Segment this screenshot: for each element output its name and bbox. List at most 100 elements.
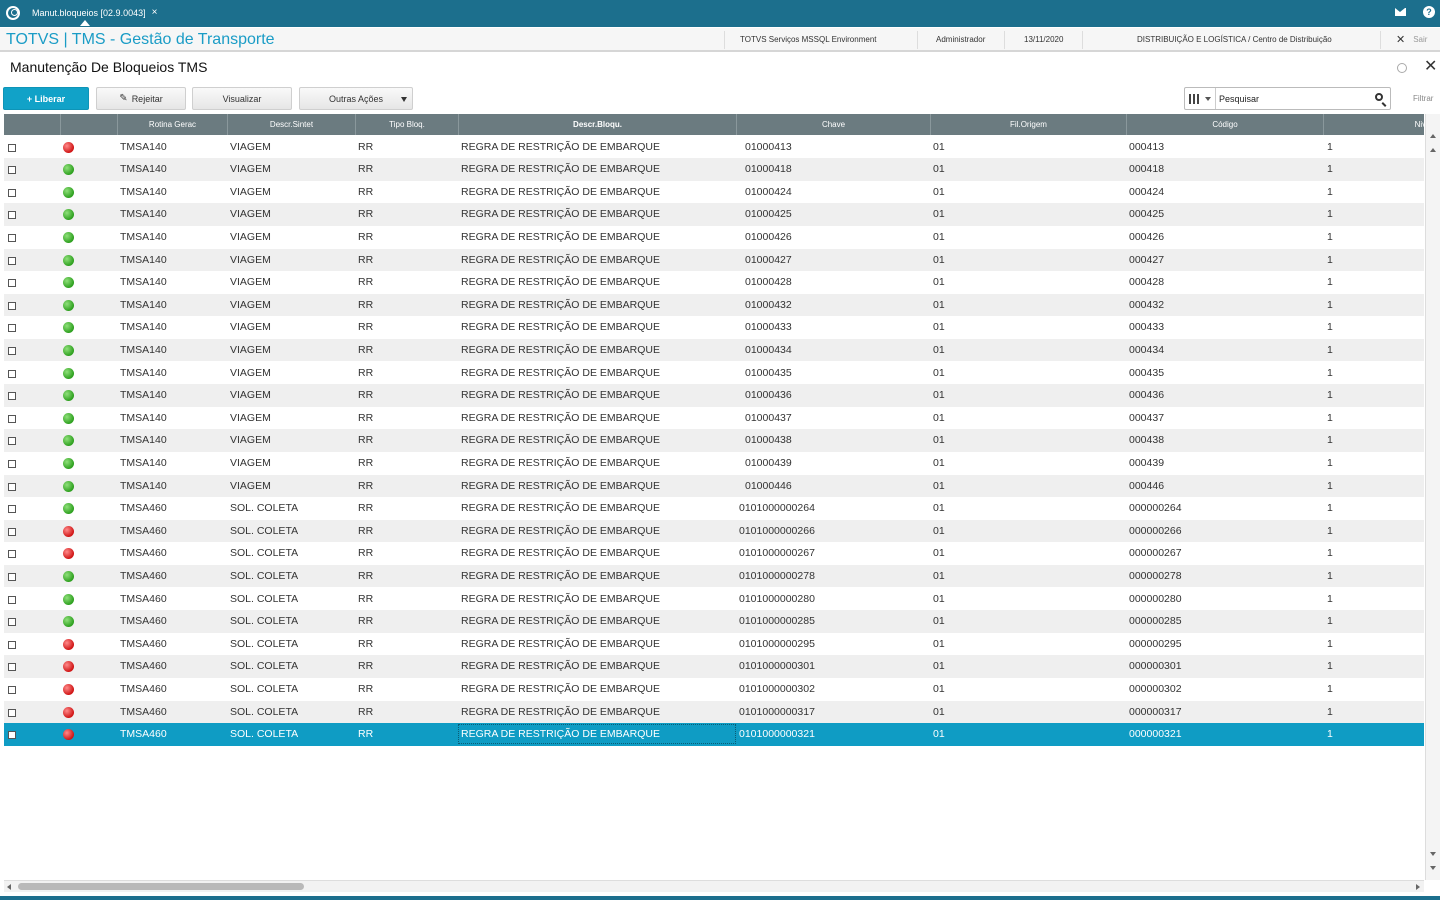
table-row[interactable]: TMSA460 SOL. COLETA RR REGRA DE RESTRIÇÃO D… xyxy=(4,723,1424,746)
row-checkbox[interactable] xyxy=(8,708,16,717)
row-checkbox[interactable] xyxy=(8,256,16,265)
cell-nivel: 1 xyxy=(1327,411,1333,424)
table-row[interactable]: TMSA460 SOL. COLETA RR REGRA DE RESTRIÇÃO D… xyxy=(4,633,1424,656)
table-row[interactable]: TMSA140 VIAGEM RR REGRA DE RESTRIÇÃO DE EMB… xyxy=(4,338,1424,362)
table-row[interactable]: TMSA460 SOL. COLETA RR REGRA DE RESTRIÇÃO D… xyxy=(4,497,1424,520)
column-header-descr-sintet[interactable]: Descr.Sintet xyxy=(228,114,356,135)
row-checkbox[interactable] xyxy=(8,685,16,694)
row-checkbox[interactable] xyxy=(8,188,16,197)
tab-manut-bloqueios[interactable]: Manut.bloqueios [02.9.0043] × xyxy=(26,3,163,27)
table-row[interactable]: TMSA140 VIAGEM RR REGRA DE RESTRIÇÃO DE EMB… xyxy=(4,362,1424,385)
row-checkbox[interactable] xyxy=(8,143,16,152)
row-checkbox[interactable] xyxy=(8,211,16,220)
scroll-left-icon[interactable] xyxy=(7,884,11,890)
column-header-fil-origem[interactable]: Fil.Origem xyxy=(931,114,1127,135)
table-row[interactable]: TMSA140 VIAGEM RR REGRA DE RESTRIÇÃO DE EMB… xyxy=(4,293,1424,317)
table-row[interactable]: TMSA140 VIAGEM RR REGRA DE RESTRIÇÃO DE EMB… xyxy=(4,429,1424,452)
table-row[interactable]: TMSA140 VIAGEM RR REGRA DE RESTRIÇÃO DE EMB… xyxy=(4,158,1424,181)
row-checkbox[interactable] xyxy=(8,346,16,355)
table-row[interactable]: TMSA460 SOL. COLETA RR REGRA DE RESTRIÇÃO D… xyxy=(4,610,1424,633)
row-checkbox[interactable] xyxy=(8,166,16,175)
cell-nivel: 1 xyxy=(1327,728,1333,741)
table-row[interactable]: TMSA140 VIAGEM RR REGRA DE RESTRIÇÃO DE EMB… xyxy=(4,316,1424,339)
cell-descr-sintet: VIAGEM xyxy=(230,343,271,356)
totvs-logo-icon[interactable] xyxy=(6,6,20,20)
outras-acoes-button[interactable]: Outras Ações xyxy=(299,87,413,110)
column-header-select[interactable] xyxy=(4,114,61,135)
search-icon[interactable] xyxy=(1375,93,1383,101)
column-header-rotina[interactable]: Rotina Gerac xyxy=(118,114,228,135)
pencil-icon: ✎ xyxy=(119,93,128,104)
column-header-descr-bloqu[interactable]: Descr.Bloqu. xyxy=(459,114,737,135)
row-checkbox[interactable] xyxy=(8,482,16,491)
row-checkbox[interactable] xyxy=(8,663,16,672)
row-checkbox[interactable] xyxy=(8,527,16,536)
scroll-bottom-icon[interactable] xyxy=(1430,866,1436,870)
table-row[interactable]: TMSA140 VIAGEM RR REGRA DE RESTRIÇÃO DE EMB… xyxy=(4,203,1424,226)
cell-tipo-bloq: RR xyxy=(358,479,374,492)
visualizar-button[interactable]: Visualizar xyxy=(192,87,292,110)
scroll-up-icon[interactable] xyxy=(1430,148,1436,152)
help-icon[interactable]: ? xyxy=(1423,6,1435,18)
table-row[interactable]: TMSA460 SOL. COLETA RR REGRA DE RESTRIÇÃO D… xyxy=(4,678,1424,701)
table-row[interactable]: TMSA460 SOL. COLETA RR REGRA DE RESTRIÇÃO D… xyxy=(4,655,1424,678)
table-row[interactable]: TMSA140 VIAGEM RR REGRA DE RESTRIÇÃO DE EMB… xyxy=(4,474,1424,498)
table-row[interactable]: TMSA140 VIAGEM RR REGRA DE RESTRIÇÃO DE EMB… xyxy=(4,384,1424,407)
close-page-icon[interactable]: ✕ xyxy=(1424,58,1437,76)
row-checkbox[interactable] xyxy=(8,233,16,242)
row-checkbox[interactable] xyxy=(8,279,16,288)
table-row[interactable]: TMSA140 VIAGEM RR REGRA DE RESTRIÇÃO DE EMB… xyxy=(4,226,1424,249)
table-row[interactable]: TMSA140 VIAGEM RR REGRA DE RESTRIÇÃO DE EMB… xyxy=(4,452,1424,475)
tab-close-icon[interactable]: × xyxy=(152,7,158,23)
row-checkbox[interactable] xyxy=(8,414,16,423)
table-row[interactable]: TMSA460 SOL. COLETA RR REGRA DE RESTRIÇÃO D… xyxy=(4,542,1424,565)
cell-chave: 0101000000301 xyxy=(739,660,815,673)
table-row[interactable]: TMSA140 VIAGEM RR REGRA DE RESTRIÇÃO DE EMB… xyxy=(4,181,1424,204)
settings-icon[interactable] xyxy=(1397,63,1407,73)
liberar-button[interactable]: + Liberar xyxy=(3,87,89,110)
mail-icon[interactable] xyxy=(1395,8,1406,16)
table-row[interactable]: TMSA460 SOL. COLETA RR REGRA DE RESTRIÇÃO D… xyxy=(4,519,1424,543)
horizontal-scroll-thumb[interactable] xyxy=(18,883,304,890)
row-checkbox[interactable] xyxy=(8,301,16,310)
cell-codigo: 000434 xyxy=(1129,343,1165,356)
table-row[interactable]: TMSA460 SOL. COLETA RR REGRA DE RESTRIÇÃO D… xyxy=(4,700,1424,724)
cell-descr-sintet: SOL. COLETA xyxy=(230,728,299,741)
row-checkbox[interactable] xyxy=(8,437,16,446)
column-header-chave[interactable]: Chave xyxy=(737,114,931,135)
row-checkbox[interactable] xyxy=(8,572,16,581)
row-checkbox[interactable] xyxy=(8,369,16,378)
column-selector-button[interactable] xyxy=(1185,88,1216,109)
row-checkbox[interactable] xyxy=(8,459,16,468)
cell-nivel: 1 xyxy=(1327,185,1333,198)
table-row[interactable]: TMSA460 SOL. COLETA RR REGRA DE RESTRIÇÃO D… xyxy=(4,564,1424,588)
table-row[interactable]: TMSA140 VIAGEM RR REGRA DE RESTRIÇÃO DE EMB… xyxy=(4,248,1424,272)
row-checkbox[interactable] xyxy=(8,618,16,627)
table-row[interactable]: TMSA140 VIAGEM RR REGRA DE RESTRIÇÃO DE EMB… xyxy=(4,136,1424,159)
table-row[interactable]: TMSA140 VIAGEM RR REGRA DE RESTRIÇÃO DE EMB… xyxy=(4,271,1424,294)
exit-button[interactable]: ✕ Sair xyxy=(1396,33,1427,46)
column-header-codigo[interactable]: Código xyxy=(1127,114,1324,135)
cell-nivel: 1 xyxy=(1327,208,1333,221)
cell-descr-bloqu: REGRA DE RESTRIÇÃO DE EMBARQUE xyxy=(461,321,660,334)
row-checkbox[interactable] xyxy=(8,505,16,514)
row-checkbox[interactable] xyxy=(8,595,16,604)
row-checkbox[interactable] xyxy=(8,392,16,401)
column-header-status[interactable] xyxy=(61,114,118,135)
vertical-scrollbar[interactable] xyxy=(1425,114,1440,880)
column-header-nivel[interactable]: Nivel B xyxy=(1324,114,1424,135)
column-header-tipo-bloq[interactable]: Tipo Bloq. xyxy=(356,114,459,135)
scroll-down-icon[interactable] xyxy=(1430,852,1436,856)
rejeitar-button[interactable]: ✎ Rejeitar xyxy=(96,87,186,110)
table-row[interactable]: TMSA460 SOL. COLETA RR REGRA DE RESTRIÇÃO D… xyxy=(4,588,1424,611)
row-checkbox[interactable] xyxy=(8,550,16,559)
scroll-top-icon[interactable] xyxy=(1430,134,1436,138)
horizontal-scrollbar[interactable] xyxy=(4,880,1424,892)
filter-link[interactable]: Filtrar xyxy=(1413,94,1433,103)
row-checkbox[interactable] xyxy=(8,324,16,333)
row-checkbox[interactable] xyxy=(8,731,16,740)
row-checkbox[interactable] xyxy=(8,640,16,649)
scroll-right-icon[interactable] xyxy=(1416,884,1420,890)
table-row[interactable]: TMSA140 VIAGEM RR REGRA DE RESTRIÇÃO DE EMB… xyxy=(4,407,1424,430)
search-input[interactable] xyxy=(1219,91,1369,106)
